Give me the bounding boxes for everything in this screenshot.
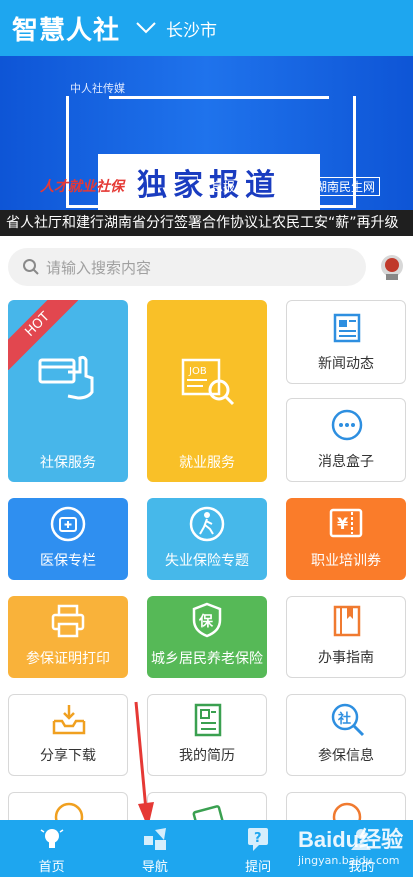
tile-print[interactable]: 参保证明打印	[8, 596, 128, 678]
watermark-logo: Baidu经验	[298, 827, 404, 852]
search-input[interactable]: 请输入搜索内容	[8, 248, 366, 286]
nav-label: 导航	[141, 860, 168, 875]
tile-label: 参保信息	[318, 748, 374, 764]
tile-insured-info[interactable]: 社 参保信息	[286, 694, 406, 776]
question-icon: ?	[248, 828, 269, 851]
tile-pension[interactable]: 保 城乡居民养老保险	[147, 596, 267, 678]
tile-training[interactable]: ¥ 职业培训券	[286, 498, 406, 580]
svg-text:¥: ¥	[337, 514, 348, 533]
shield-icon: 保	[192, 602, 222, 638]
tile-label: 分享下载	[40, 748, 96, 764]
printer-icon	[51, 604, 85, 638]
app-title: 智慧人社	[12, 15, 121, 46]
news-ticker[interactable]: 省人社厅和建行湖南省分行签署合作协议让农民工安“薪”再升级	[0, 210, 413, 236]
medical-kit-icon	[50, 506, 86, 542]
tile-label: 我的简历	[179, 748, 235, 764]
svg-text:社: 社	[337, 711, 351, 727]
chat-bubble-icon	[331, 409, 363, 441]
svg-text:?: ?	[254, 831, 262, 846]
tile-guide[interactable]: 办事指南	[286, 596, 406, 678]
chevron-down-icon	[136, 22, 156, 34]
banner-logos: 人才就业社保 信息报 湖南民生网	[40, 176, 380, 196]
search-area: 请输入搜索内容	[0, 236, 413, 298]
nav-home[interactable]: 首页	[0, 820, 103, 877]
nav-label: 提问	[245, 860, 272, 875]
nav-ask[interactable]: ? 提问	[207, 820, 310, 877]
top-header: 智慧人社 长沙市	[0, 0, 413, 56]
nav-navigation[interactable]: 导航	[103, 820, 206, 877]
send-icon	[143, 828, 166, 850]
search-info-icon: 社	[331, 703, 365, 737]
tile-news[interactable]: 新闻动态	[286, 300, 406, 384]
tile-social-security[interactable]: HOT 社保服务	[8, 300, 128, 482]
job-search-icon: JOB	[181, 358, 235, 406]
city-label: 长沙市	[166, 20, 218, 41]
lightbulb-icon	[40, 829, 64, 848]
nav-label: 首页	[38, 860, 65, 875]
banner-logo-2: 信息报	[198, 179, 235, 194]
banner-brand: 中人社传媒	[70, 82, 125, 95]
tile-resume[interactable]: 我的简历	[147, 694, 267, 776]
newspaper-icon	[333, 313, 361, 343]
city-selector[interactable]: 长沙市	[136, 16, 217, 41]
emblem-icon[interactable]	[378, 252, 406, 282]
tile-download[interactable]: 分享下载	[8, 694, 128, 776]
tile-more-2[interactable]	[147, 792, 267, 820]
tile-messages[interactable]: 消息盒子	[286, 398, 406, 482]
svg-text:JOB: JOB	[188, 366, 207, 377]
book-icon	[333, 605, 361, 637]
tile-more-1[interactable]	[8, 792, 128, 820]
watermark-url: jingyan.baidu.com	[298, 854, 400, 867]
tile-label: 社保服务	[40, 455, 96, 471]
annotation-arrow	[134, 701, 154, 828]
tile-label: 城乡居民养老保险	[151, 651, 263, 667]
download-tray-icon	[52, 705, 86, 735]
tile-label: 办事指南	[318, 650, 374, 666]
banner-logo-3: 湖南民生网	[309, 176, 380, 196]
tile-label: 失业保险专题	[165, 553, 249, 569]
circle-icon	[332, 802, 362, 820]
tile-more-3[interactable]	[286, 792, 406, 820]
tile-label: 新闻动态	[318, 356, 374, 372]
tile-label: 医保专栏	[40, 553, 96, 569]
tile-employment[interactable]: JOB 就业服务	[147, 300, 267, 482]
card-hand-icon	[38, 355, 94, 400]
banner-logo-1: 人才就业社保	[40, 179, 124, 195]
tile-label: 消息盒子	[318, 454, 374, 470]
tile-medical[interactable]: 医保专栏	[8, 498, 128, 580]
resume-icon	[194, 703, 222, 737]
search-icon	[23, 259, 39, 275]
card-icon	[192, 805, 224, 820]
baidu-watermark: Baidu经验 jingyan.baidu.com	[298, 822, 408, 872]
tile-unemployment[interactable]: 失业保险专题	[147, 498, 267, 580]
svg-text:保: 保	[198, 613, 214, 630]
search-placeholder: 请输入搜索内容	[46, 258, 152, 277]
tile-label: 职业培训券	[311, 553, 381, 569]
tile-label: 参保证明打印	[26, 651, 110, 667]
coin-icon	[54, 802, 84, 820]
walking-person-icon	[189, 506, 225, 542]
service-grid: HOT 社保服务 JOB 就业服务 新闻动态 消息盒子 医保专栏 失业保险专题 …	[0, 298, 413, 820]
tile-label: 就业服务	[179, 455, 235, 471]
voucher-icon: ¥	[329, 508, 363, 538]
